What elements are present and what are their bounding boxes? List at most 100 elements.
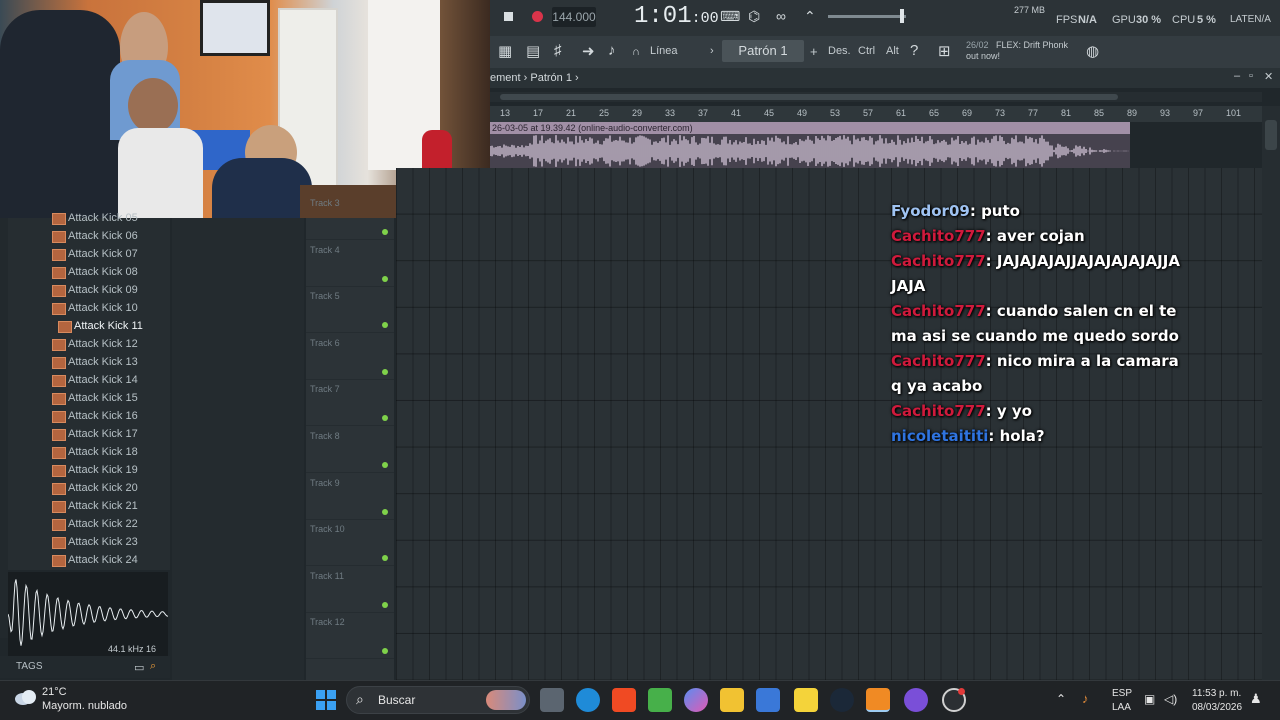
browser-item[interactable]: Attack Kick 11: [58, 317, 143, 335]
microphone-icon[interactable]: ♪: [608, 42, 616, 59]
mixer-icon[interactable]: ♯: [554, 42, 562, 59]
track-mute-led[interactable]: [382, 275, 388, 282]
headphones-icon[interactable]: ∩: [632, 46, 640, 58]
clock-date[interactable]: 08/03/2026: [1192, 702, 1242, 713]
undo-button[interactable]: Des.: [828, 45, 851, 57]
track-header[interactable]: Track 10: [306, 520, 394, 567]
volume-icon[interactable]: ◁): [1164, 692, 1177, 706]
browser-item[interactable]: Attack Kick 19: [52, 461, 138, 479]
minimize-icon[interactable]: –: [1234, 70, 1240, 82]
track-mute-led[interactable]: [382, 508, 388, 515]
arrow-right-icon[interactable]: ➜: [582, 42, 595, 60]
browser-item[interactable]: Attack Kick 22: [52, 515, 138, 533]
cart-icon[interactable]: ⊞: [938, 42, 951, 60]
master-pitch-slider[interactable]: [828, 9, 906, 23]
breadcrumb-section[interactable]: ement: [490, 72, 521, 84]
maximize-icon[interactable]: ▫: [1249, 70, 1253, 82]
taskbar-search-label[interactable]: Buscar: [378, 693, 415, 707]
playlist-icon[interactable]: ▦: [498, 42, 512, 60]
news-line1[interactable]: FLEX: Drift Phonk: [996, 40, 1068, 50]
track-mute-led[interactable]: [382, 368, 388, 375]
track-header[interactable]: Track 5: [306, 287, 394, 334]
chevron-up-icon[interactable]: ⌃: [1056, 692, 1066, 706]
file-explorer-icon[interactable]: [720, 688, 744, 712]
fl-studio-icon[interactable]: [866, 688, 890, 712]
track-header[interactable]: Track 4: [306, 241, 394, 287]
snap-mode-label[interactable]: Línea: [650, 45, 678, 57]
weather-temperature[interactable]: 21°C: [42, 686, 67, 698]
track-mute-led[interactable]: [382, 229, 388, 235]
edge-icon[interactable]: [576, 688, 600, 712]
track-header[interactable]: Track 7: [306, 380, 394, 427]
track-header[interactable]: Track 8: [306, 427, 394, 473]
windows-start-icon[interactable]: [316, 690, 336, 710]
track-header[interactable]: Track 6: [306, 334, 394, 380]
cloud-icon[interactable]: [14, 688, 38, 706]
track-header[interactable]: Track 3: [306, 194, 394, 240]
notification-icon[interactable]: ♟: [1250, 691, 1262, 707]
news-line2[interactable]: out now!: [966, 51, 1000, 61]
tempo-display[interactable]: 144.000: [552, 7, 596, 27]
browser-item[interactable]: Attack Kick 16: [52, 407, 138, 425]
metronome-icon[interactable]: ⌃: [804, 8, 816, 25]
ctrl-button[interactable]: Ctrl: [858, 45, 875, 57]
vertical-scrollbar[interactable]: [1262, 106, 1280, 680]
discord-icon[interactable]: [904, 688, 928, 712]
brave-icon[interactable]: [612, 688, 636, 712]
keyboard-icon[interactable]: ⌨: [720, 8, 740, 25]
browser-item[interactable]: Attack Kick 14: [52, 371, 138, 389]
sticky-notes-icon[interactable]: [794, 688, 818, 712]
track-mute-led[interactable]: [382, 601, 388, 608]
record-button[interactable]: [532, 11, 543, 22]
track-mute-led[interactable]: [382, 415, 388, 422]
vertical-scroll-thumb[interactable]: [1265, 120, 1277, 150]
stop-button[interactable]: [504, 12, 513, 21]
track-mute-led[interactable]: [382, 322, 388, 329]
network-icon[interactable]: ▣: [1144, 692, 1155, 706]
loop-record-icon[interactable]: ∞: [776, 8, 786, 24]
browser-item[interactable]: Attack Kick 05: [52, 209, 138, 227]
browser-item[interactable]: Attack Kick 12: [52, 335, 138, 353]
add-pattern-button[interactable]: +: [810, 44, 818, 59]
globe-icon[interactable]: ◍: [1086, 42, 1099, 60]
track-mute-led[interactable]: [382, 555, 388, 562]
browser-item[interactable]: Attack Kick 10: [52, 299, 138, 317]
track-header[interactable]: Track 12: [306, 613, 394, 660]
browser-item[interactable]: Attack Kick 06: [52, 227, 138, 245]
browser-item[interactable]: Attack Kick 09: [52, 281, 138, 299]
search-icon[interactable]: ⌕: [150, 660, 156, 673]
pattern-selector[interactable]: Patrón 1: [722, 40, 804, 62]
browser-item[interactable]: Attack Kick 21: [52, 497, 138, 515]
chevron-right-icon[interactable]: ›: [710, 45, 714, 57]
horizontal-scroll-thumb[interactable]: [500, 94, 1118, 100]
browser-item[interactable]: Attack Kick 18: [52, 443, 138, 461]
close-icon[interactable]: ✕: [1264, 70, 1273, 83]
browser-item[interactable]: Attack Kick 07: [52, 245, 138, 263]
weather-description[interactable]: Mayorm. nublado: [42, 700, 127, 712]
breadcrumb-pattern[interactable]: Patrón 1: [530, 72, 572, 84]
minecraft-icon[interactable]: [648, 688, 672, 712]
audio-clip[interactable]: 26-03-05 at 19.39.42 (online-audio-conve…: [490, 122, 1130, 168]
browser-item[interactable]: Attack Kick 20: [52, 479, 138, 497]
audio-clip-title[interactable]: 26-03-05 at 19.39.42 (online-audio-conve…: [490, 122, 1130, 134]
track-header[interactable]: Track 11: [306, 567, 394, 613]
folder-icon[interactable]: ▭: [134, 661, 144, 674]
track-header[interactable]: Track 9: [306, 474, 394, 520]
browser-item[interactable]: Attack Kick 15: [52, 389, 138, 407]
help-icon[interactable]: ?: [910, 42, 918, 59]
store-icon[interactable]: [756, 688, 780, 712]
browser-item[interactable]: Attack Kick 13: [52, 353, 138, 371]
language-indicator[interactable]: ESP: [1112, 688, 1132, 699]
clock-time[interactable]: 11:53 p. m.: [1192, 688, 1241, 699]
browser-item[interactable]: Attack Kick 24: [52, 551, 138, 569]
keyboard-layout[interactable]: LAA: [1112, 702, 1131, 713]
steam-icon[interactable]: [830, 688, 854, 712]
browser-item[interactable]: Attack Kick 08: [52, 263, 138, 281]
browser-item[interactable]: Attack Kick 17: [52, 425, 138, 443]
copilot-icon[interactable]: [684, 688, 708, 712]
search-highlight-image[interactable]: [486, 690, 526, 710]
typing-keyboard-icon[interactable]: ⌬: [748, 8, 760, 25]
track-mute-led[interactable]: [382, 648, 388, 655]
timeline-ruler[interactable]: 13 17 21 25 29 33 37 41 45 49 53 57 61 65 69 73 77 81 85 89…: [490, 106, 1262, 122]
microphone-icon[interactable]: ♪: [1082, 691, 1089, 706]
